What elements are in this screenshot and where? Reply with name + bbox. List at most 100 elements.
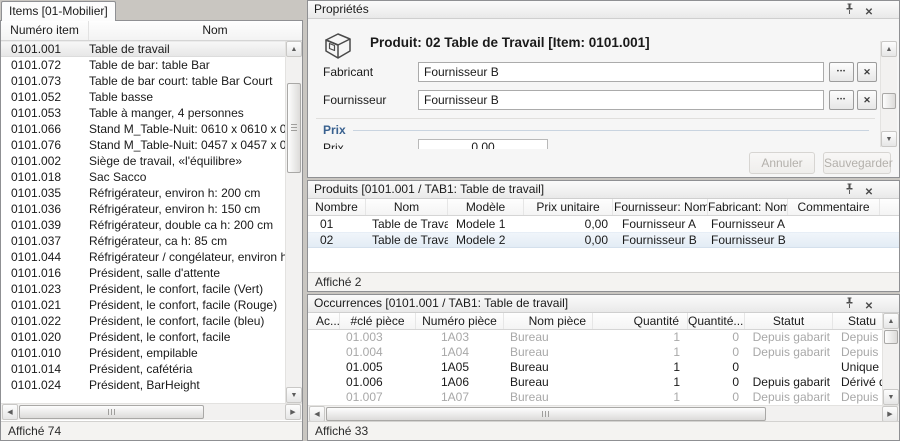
occurrences-hscroll-thumb[interactable]: [326, 407, 766, 421]
occurrence-cell: 1A05: [416, 360, 504, 375]
scroll-down-icon[interactable]: ▼: [286, 387, 302, 403]
cancel-button[interactable]: Annuler: [749, 152, 815, 174]
item-row[interactable]: 0101.066Stand M_Table-Nuit: 0610 x 0610 …: [1, 121, 285, 137]
item-number: 0101.001: [11, 42, 83, 56]
scroll-right-icon[interactable]: ▶: [882, 406, 898, 422]
occurrences-vscroll-thumb[interactable]: [884, 330, 898, 344]
close-icon[interactable]: ✕: [861, 186, 877, 200]
occurrences-vertical-scrollbar[interactable]: ▲ ▼: [882, 313, 899, 405]
properties-vscroll-thumb[interactable]: [882, 93, 896, 109]
fabricant-browse-button[interactable]: •••: [829, 62, 854, 82]
item-row[interactable]: 0101.020Président, le confort, facile: [1, 329, 285, 345]
fournisseur-label: Fournisseur: [323, 90, 413, 110]
items-status-bar: Affiché 74: [1, 421, 302, 440]
item-row[interactable]: 0101.053Table à manger, 4 personnes: [1, 105, 285, 121]
occurrence-cell: 01.006: [340, 375, 416, 390]
scroll-down-icon[interactable]: ▼: [883, 389, 899, 405]
column-header-nom[interactable]: Nom: [89, 21, 341, 40]
product-cell: 01: [308, 216, 366, 232]
pin-icon[interactable]: [842, 3, 858, 17]
products-column-header[interactable]: Nom: [366, 199, 448, 215]
occurrence-cell: 1A03: [416, 330, 504, 345]
products-column-header[interactable]: Commentaire: [788, 199, 880, 215]
products-column-header[interactable]: Modèle: [448, 199, 524, 215]
items-vertical-scrollbar[interactable]: ▲ ▼: [285, 41, 302, 403]
occurrence-cell: Depuis: [833, 390, 882, 405]
item-name: Président, salle d'attente: [89, 265, 285, 281]
item-row[interactable]: 0101.018Sac Sacco: [1, 169, 285, 185]
occurrences-column-header[interactable]: Statu: [833, 313, 884, 329]
item-row[interactable]: 0101.014Président, cafétéria: [1, 361, 285, 377]
item-number: 0101.044: [11, 249, 83, 265]
pin-icon[interactable]: [842, 183, 858, 197]
item-row[interactable]: 0101.023Président, le confort, facile (V…: [1, 281, 285, 297]
occurrence-row[interactable]: 01.0051A05Bureau10Unique: [308, 360, 882, 375]
items-horizontal-scrollbar[interactable]: ◀ ▶: [1, 403, 302, 420]
item-row[interactable]: 0101.016Président, salle d'attente: [1, 265, 285, 281]
item-row[interactable]: 0101.039Réfrigérateur, double ca h: 200 …: [1, 217, 285, 233]
occurrence-row[interactable]: 01.0071A07Bureau10Depuis gabaritDepuis: [308, 390, 882, 405]
fabricant-field[interactable]: Fournisseur B: [418, 62, 824, 82]
occurrences-column-header[interactable]: Nom pièce: [504, 313, 593, 329]
tab-items[interactable]: Items [01-Mobilier]: [1, 1, 116, 21]
pin-icon[interactable]: [842, 297, 858, 311]
products-column-header[interactable]: Fournisseur: Nom: [614, 199, 708, 215]
items-hscroll-thumb[interactable]: [19, 405, 204, 419]
occurrences-column-header[interactable]: Ac...: [308, 313, 340, 329]
scroll-left-icon[interactable]: ◀: [2, 404, 18, 420]
occurrences-column-header[interactable]: Numéro pièce: [416, 313, 504, 329]
products-column-header[interactable]: Prix unitaire: [524, 199, 613, 215]
scroll-up-icon[interactable]: ▲: [881, 41, 897, 57]
scroll-up-icon[interactable]: ▲: [883, 313, 899, 329]
occurrences-column-header[interactable]: Quantité...: [688, 313, 745, 329]
occurrences-title: Occurrences [0101.001 / TAB1: Table de t…: [314, 296, 568, 310]
prix-field[interactable]: 0.00: [418, 139, 548, 149]
scroll-right-icon[interactable]: ▶: [285, 404, 301, 420]
fabricant-clear-button[interactable]: ✕: [857, 62, 877, 82]
scroll-down-icon[interactable]: ▼: [881, 131, 897, 147]
item-row[interactable]: 0101.021Président, le confort, facile (R…: [1, 297, 285, 313]
item-row[interactable]: 0101.037Réfrigérateur, ca h: 85 cm: [1, 233, 285, 249]
item-name: Table de bar court: table Bar Court: [89, 73, 285, 89]
item-row[interactable]: 0101.010Président, empilable: [1, 345, 285, 361]
occurrence-cell: 0: [688, 360, 745, 375]
product-cell: Fournisseur A: [708, 216, 788, 232]
occurrences-column-header[interactable]: #clé pièce: [340, 313, 416, 329]
properties-vertical-scrollbar[interactable]: ▲ ▼: [880, 41, 897, 147]
occurrences-horizontal-scrollbar[interactable]: ◀ ▶: [308, 405, 899, 422]
item-row[interactable]: 0101.002Siège de travail, «l'équilibre»: [1, 153, 285, 169]
products-column-header[interactable]: Fabricant: Nom: [708, 199, 788, 215]
item-row[interactable]: 0101.022Président, le confort, facile (b…: [1, 313, 285, 329]
occurrence-row[interactable]: 01.0061A06Bureau10Depuis gabaritDérivé d: [308, 375, 882, 390]
item-row[interactable]: 0101.072Table de bar: table Bar: [1, 57, 285, 73]
item-row[interactable]: 0101.044Réfrigérateur / congélateur, env…: [1, 249, 285, 265]
item-row[interactable]: 0101.001Table de travail: [1, 41, 285, 57]
occurrences-column-header[interactable]: Statut: [745, 313, 833, 329]
occurrence-row[interactable]: 01.0041A04Bureau10Depuis gabaritDepuis: [308, 345, 882, 360]
products-panel: Produits [0101.001 / TAB1: Table de trav…: [307, 180, 900, 292]
item-row[interactable]: 0101.076Stand M_Table-Nuit: 0457 x 0457 …: [1, 137, 285, 153]
occurrence-cell: 1: [593, 360, 688, 375]
products-column-header[interactable]: Nombre: [308, 199, 366, 215]
scroll-left-icon[interactable]: ◀: [309, 406, 325, 422]
close-icon[interactable]: ✕: [861, 6, 877, 20]
item-row[interactable]: 0101.035Réfrigérateur, environ h: 200 cm: [1, 185, 285, 201]
item-row[interactable]: 0101.073Table de bar court: table Bar Co…: [1, 73, 285, 89]
items-vscroll-thumb[interactable]: [287, 83, 301, 173]
product-row[interactable]: 02Table de TravailModele 20,00Fournisseu…: [308, 232, 899, 248]
product-row[interactable]: 01Table de TravailModele 10,00Fournisseu…: [308, 216, 899, 232]
occurrence-row[interactable]: 01.0031A03Bureau10Depuis gabaritDepuis: [308, 330, 882, 345]
item-row[interactable]: 0101.024Président, BarHeight: [1, 377, 285, 393]
occurrence-cell: Depuis gabarit: [745, 345, 833, 360]
scroll-up-icon[interactable]: ▲: [286, 41, 302, 57]
save-button[interactable]: Sauvegarder: [823, 152, 891, 174]
item-row[interactable]: 0101.036Réfrigérateur, environ h: 150 cm: [1, 201, 285, 217]
fournisseur-browse-button[interactable]: •••: [829, 90, 854, 110]
column-header-numero-item[interactable]: Numéro item: [1, 21, 89, 40]
item-row[interactable]: 0101.052Table basse: [1, 89, 285, 105]
item-number: 0101.010: [11, 345, 83, 361]
close-icon[interactable]: ✕: [861, 300, 877, 314]
occurrences-column-header[interactable]: Quantité: [593, 313, 688, 329]
fournisseur-field[interactable]: Fournisseur B: [418, 90, 824, 110]
fournisseur-clear-button[interactable]: ✕: [857, 90, 877, 110]
